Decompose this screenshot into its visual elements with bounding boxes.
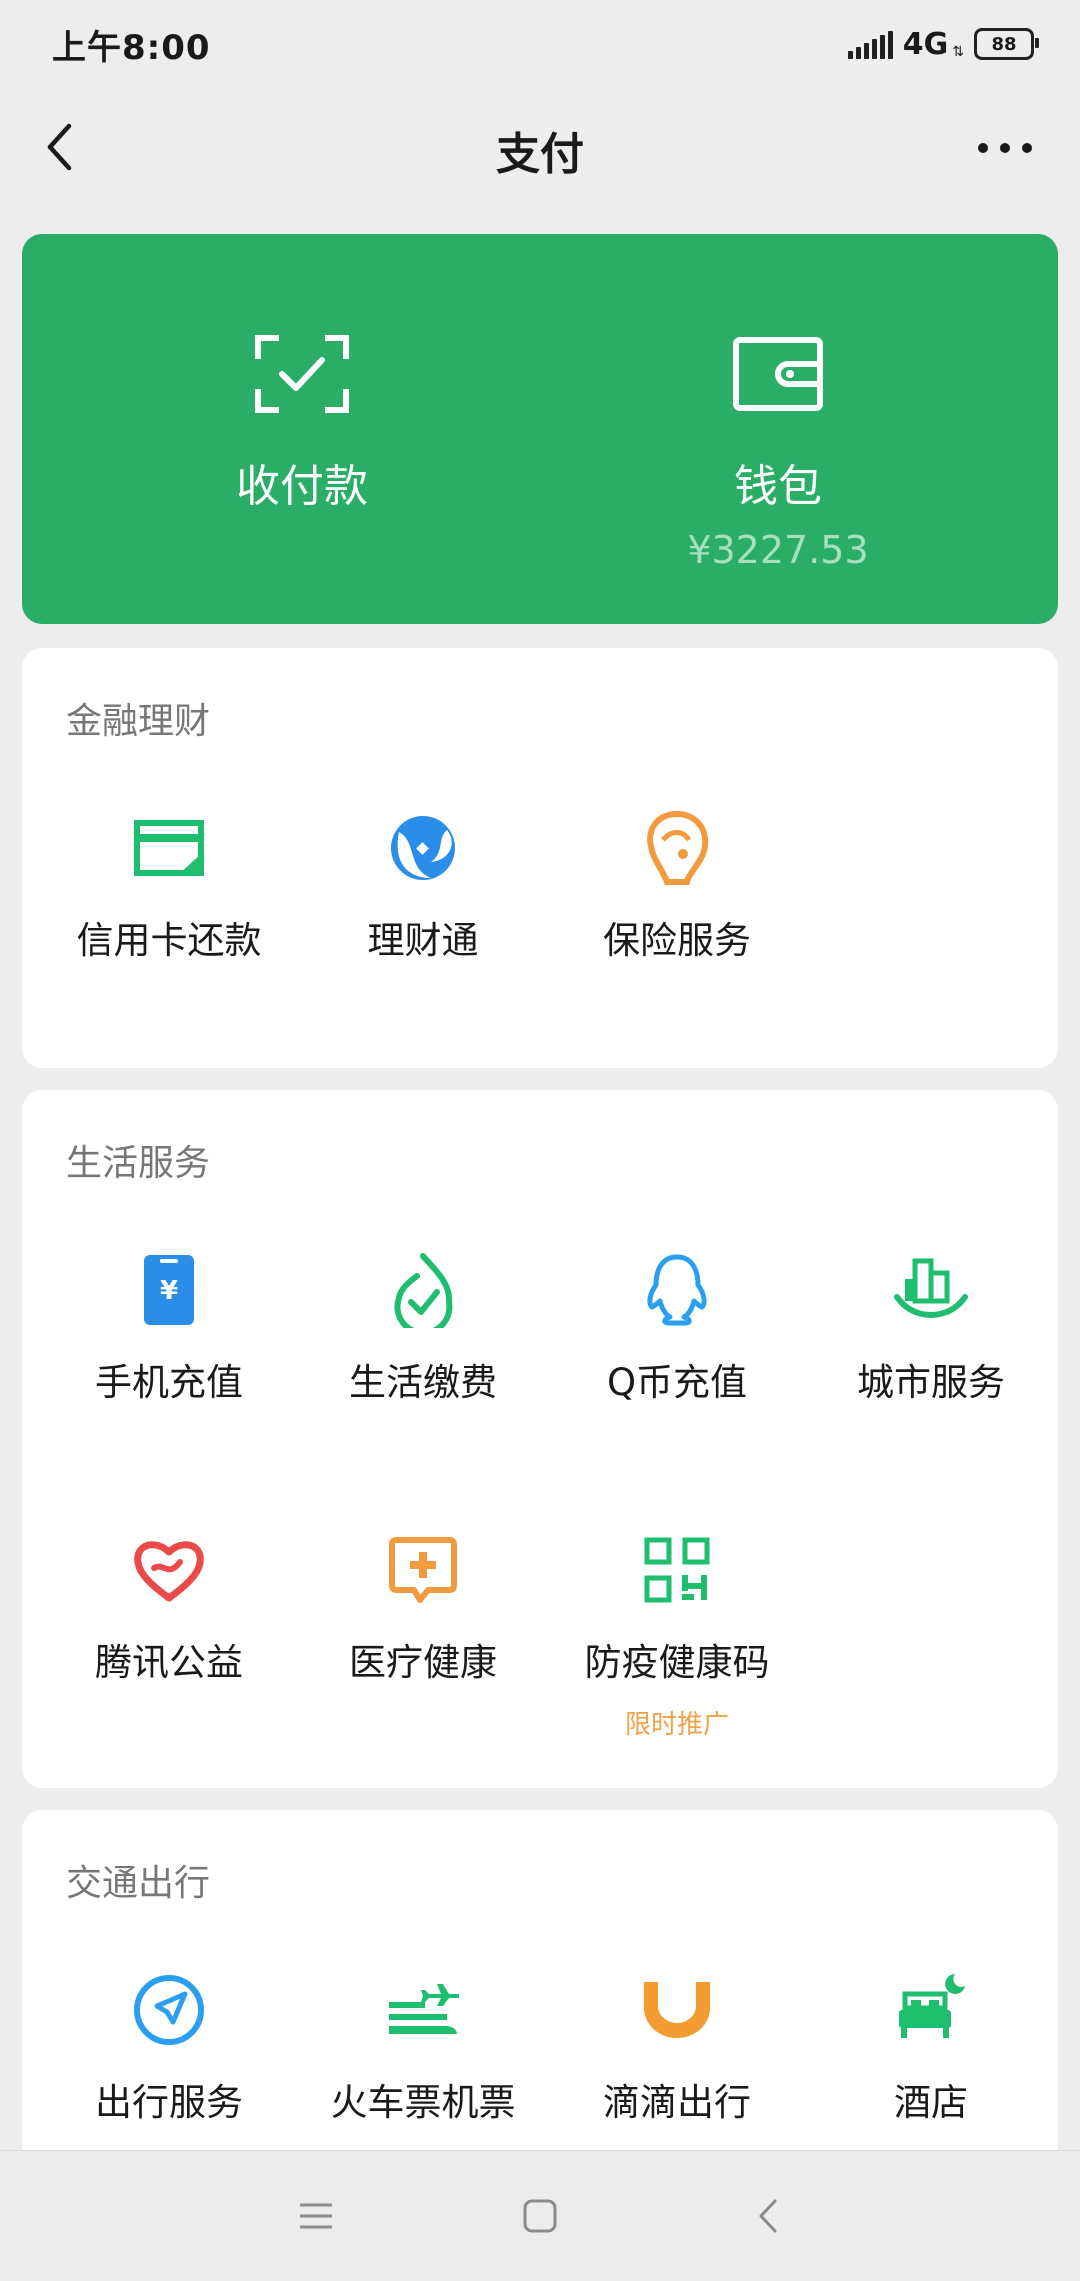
phone-topup-icon: ¥	[129, 1250, 209, 1330]
service-insurance[interactable]: 保险服务	[550, 808, 804, 964]
service-qcoin[interactable]: Q币充值	[550, 1250, 804, 1406]
menu-lines-icon	[300, 2203, 332, 2229]
wallet-label: 钱包	[734, 461, 822, 512]
service-label: 出行服务	[95, 2081, 243, 2124]
service-label: 医疗健康	[349, 1641, 497, 1684]
service-utility-bill[interactable]: 生活缴费	[296, 1250, 550, 1406]
service-credit-card[interactable]: 信用卡还款	[42, 808, 296, 964]
wealth-icon	[383, 808, 463, 888]
section-title: 金融理财	[66, 701, 211, 742]
home-button[interactable]	[500, 2181, 580, 2251]
service-label: 手机充值	[95, 1361, 243, 1404]
battery-icon: 88	[974, 28, 1039, 60]
service-label: Q币充值	[606, 1361, 748, 1404]
qr-code-icon	[637, 1530, 717, 1610]
more-dots-icon	[978, 143, 1032, 153]
svg-text:¥: ¥	[160, 1276, 178, 1306]
more-button[interactable]	[970, 120, 1040, 176]
service-label: 酒店	[894, 2081, 968, 2124]
qq-penguin-icon	[637, 1250, 717, 1330]
service-label: 生活缴费	[349, 1361, 497, 1404]
service-travel[interactable]: 出行服务	[42, 1970, 296, 2126]
battery-level: 88	[991, 33, 1017, 55]
service-label: 理财通	[367, 919, 479, 962]
service-didi[interactable]: 滴滴出行	[550, 1970, 804, 2126]
finance-section: 金融理财 信用卡还款 理财通 保险服务	[22, 648, 1058, 1068]
utility-bill-icon	[383, 1250, 463, 1330]
status-icons: 4G ⇅ 88	[847, 22, 1039, 66]
city-service-icon	[891, 1250, 971, 1330]
service-label: 火车票机票	[330, 2081, 516, 2124]
section-title: 交通出行	[66, 1863, 211, 1904]
signal-icon	[847, 29, 893, 59]
didi-icon	[637, 1970, 717, 2050]
wallet-icon	[728, 334, 828, 414]
medical-icon	[383, 1530, 463, 1610]
pay-receive-button[interactable]: 收付款	[52, 234, 552, 624]
service-medical[interactable]: 医疗健康	[296, 1530, 550, 1686]
wallet-button[interactable]: 钱包 ¥3227.53	[528, 234, 1028, 624]
service-wealth[interactable]: 理财通	[296, 808, 550, 964]
service-train-plane[interactable]: 火车票机票	[296, 1970, 550, 2126]
section-title: 生活服务	[66, 1143, 211, 1184]
service-phone-topup[interactable]: ¥ 手机充值	[42, 1250, 296, 1406]
insurance-icon	[637, 808, 717, 888]
service-health-code[interactable]: 防疫健康码 限时推广	[550, 1530, 804, 1741]
wallet-card: 收付款 钱包 ¥3227.53	[22, 234, 1058, 624]
credit-card-icon	[129, 808, 209, 888]
service-label: 滴滴出行	[603, 2081, 751, 2124]
wallet-balance: ¥3227.53	[687, 528, 869, 572]
service-label: 保险服务	[603, 919, 751, 962]
hotel-bed-icon	[891, 1970, 971, 2050]
service-label: 城市服务	[857, 1361, 1005, 1404]
service-charity[interactable]: 腾讯公益	[42, 1530, 296, 1686]
promo-badge: 限时推广	[624, 1710, 729, 1740]
service-label: 腾讯公益	[95, 1641, 243, 1684]
recent-apps-button[interactable]	[276, 2181, 356, 2251]
service-hotel[interactable]: 酒店	[804, 1970, 1058, 2126]
service-city[interactable]: 城市服务	[804, 1250, 1058, 1406]
service-label: 防疫健康码	[584, 1641, 770, 1684]
status-time: 上午8:00	[52, 28, 211, 68]
page-title: 支付	[496, 129, 584, 180]
back-chevron-icon	[759, 2199, 777, 2233]
pay-receive-label: 收付款	[236, 461, 368, 512]
home-square-icon	[523, 2199, 557, 2233]
train-plane-icon	[383, 1970, 463, 2050]
life-services-section: 生活服务 ¥ 手机充值 生活缴费 Q币充值 城市服务 腾讯公益 医疗健康 防疫健…	[22, 1090, 1058, 1788]
navigation-icon	[129, 1970, 209, 2050]
service-label: 信用卡还款	[76, 919, 262, 962]
scan-check-icon	[252, 334, 352, 414]
network-type: 4G	[902, 26, 949, 62]
charity-heart-icon	[129, 1530, 209, 1610]
system-nav-bar	[0, 2150, 1080, 2281]
data-arrows-icon: ⇅	[952, 44, 964, 60]
system-back-button[interactable]	[728, 2181, 808, 2251]
